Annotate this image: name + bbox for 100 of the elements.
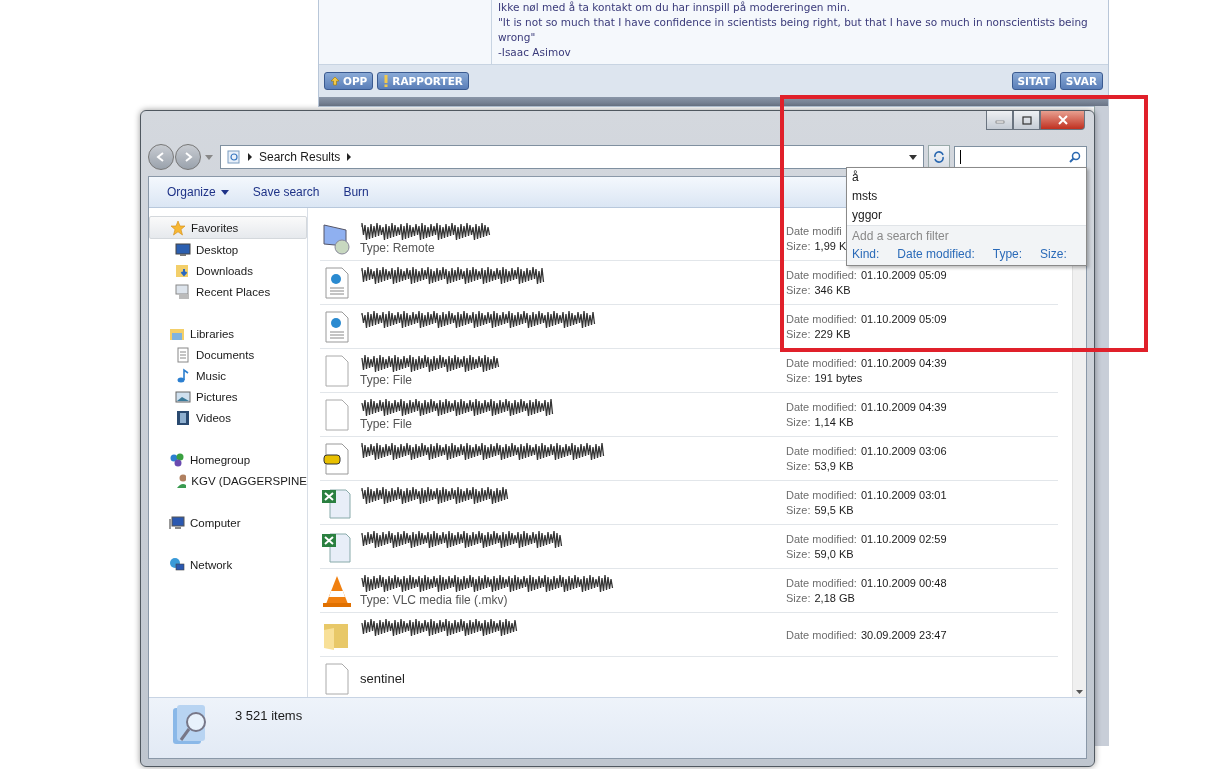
nav-item[interactable]: Network (149, 554, 307, 575)
exclamation-icon (383, 75, 390, 87)
nav-item[interactable]: Music (149, 365, 307, 386)
nav-item[interactable]: Computer (149, 512, 307, 533)
file-type: Type: File (360, 372, 414, 387)
recent-icon (175, 283, 191, 300)
size-value: 1,14 KB (814, 416, 854, 428)
computer-icon (169, 514, 185, 531)
nav-item[interactable]: Videos (149, 407, 307, 428)
filter-hint: Add a search filter (852, 228, 950, 245)
size-value: 59,0 KB (814, 548, 854, 560)
size-value: 346 KB (814, 284, 851, 296)
filter-link[interactable]: Type: (992, 247, 1023, 261)
date-label: Date modified: (786, 401, 857, 413)
dropdown-caret-icon[interactable] (909, 154, 917, 160)
nav-item[interactable]: Downloads (149, 260, 307, 281)
date-value: 01.10.2009 05:09 (860, 313, 947, 325)
close-button[interactable] (1040, 111, 1085, 130)
nav-item[interactable]: Homegroup (149, 449, 307, 470)
address-bar[interactable]: Search Results (220, 145, 924, 169)
date-value: 01.10.2009 05:09 (860, 269, 947, 281)
size-label: Size: (786, 240, 811, 252)
nav-item[interactable]: Pictures (149, 386, 307, 407)
size-label: Size: (786, 284, 811, 296)
date-label: Date modified: (786, 269, 857, 281)
date-label: Date modifi (786, 225, 842, 237)
suggestion-item[interactable]: yggor (847, 206, 1086, 225)
nav-item[interactable]: Documents (149, 344, 307, 365)
suggestion-item[interactable]: msts (847, 187, 1086, 206)
date-label: Date modified: (786, 533, 857, 545)
file-type: Type: VLC media file (.mkv) (360, 592, 509, 607)
signature-text: "It is not so much that I have confidence in scientists being right, but that I have so much in nonscientists being wrong" (498, 15, 1089, 45)
size-label: Size: (786, 504, 811, 516)
size-label: Size: (786, 592, 811, 604)
refresh-icon (932, 150, 946, 164)
star-icon (170, 219, 186, 236)
breadcrumb-item[interactable]: Search Results (259, 150, 341, 164)
size-value: 229 KB (814, 328, 851, 340)
nav-item[interactable]: Desktop (149, 239, 307, 260)
size-label: Size: (786, 328, 811, 340)
forward-button[interactable] (175, 144, 201, 170)
signature-text: Ikke nøl med å ta kontakt om du har innspill på modereringen min. (498, 0, 851, 15)
suggestion-item[interactable]: å (847, 168, 1086, 187)
size-value: 59,5 KB (814, 504, 854, 516)
homegroup-icon (169, 451, 185, 468)
file-type: Type: File (360, 416, 414, 431)
minimize-button[interactable] (986, 111, 1013, 130)
desktop-icon (175, 241, 191, 258)
size-label: Size: (786, 460, 811, 472)
history-caret-icon[interactable] (205, 154, 213, 160)
date-value: 01.10.2009 00:48 (860, 577, 947, 589)
size-label: Size: (786, 372, 811, 384)
date-value: 01.10.2009 04:39 (860, 357, 947, 369)
refresh-button[interactable] (928, 145, 950, 169)
search-folder-icon (227, 150, 241, 164)
chevron-icon (346, 153, 353, 161)
file-type: Type: Remote (360, 240, 436, 255)
maximize-button[interactable] (1013, 111, 1040, 130)
back-button[interactable] (148, 144, 174, 170)
size-value: 191 bytes (814, 372, 863, 384)
filter-link[interactable]: Date modified: (897, 247, 975, 261)
size-value: 53,9 KB (814, 460, 854, 472)
nav-item[interactable]: Recent Places (149, 281, 307, 302)
date-label: Date modified: (786, 577, 857, 589)
date-label: Date modified: (786, 357, 857, 369)
document-icon (175, 346, 191, 363)
file-name[interactable]: sentinel (360, 671, 786, 686)
pictures-icon (175, 388, 191, 405)
music-icon (175, 367, 191, 384)
search-icon[interactable] (1069, 151, 1081, 163)
date-label: Date modified: (786, 445, 857, 457)
date-value: 01.10.2009 04:39 (860, 401, 947, 413)
toolbar-button[interactable]: Save search (242, 181, 330, 203)
toolbar-button[interactable]: Organize (157, 181, 239, 203)
nav-item[interactable]: KGV (DAGGERSPINE (149, 470, 307, 491)
size-label: Size: (786, 416, 811, 428)
size-value: 2,18 GB (814, 592, 855, 604)
search-field[interactable] (954, 146, 1087, 168)
chevron-icon (247, 153, 253, 161)
signature-text: -Isaac Asimov (498, 45, 572, 60)
videos-icon (175, 409, 191, 426)
date-label: Date modified: (786, 313, 857, 325)
downloads-icon (175, 262, 191, 279)
filter-link[interactable]: Size: (1040, 247, 1067, 261)
nav-item[interactable]: Libraries (149, 323, 307, 344)
close-icon (1056, 115, 1069, 125)
date-value: 01.10.2009 02:59 (860, 533, 947, 545)
date-value: 01.10.2009 03:01 (860, 489, 947, 501)
filter-link[interactable]: Kind: (852, 247, 880, 261)
scroll-down-arrow-icon[interactable] (1076, 690, 1083, 694)
toolbar-button[interactable]: Burn (333, 181, 379, 203)
network-icon (169, 556, 185, 573)
nav-item[interactable]: Favorites (149, 216, 307, 239)
caret-icon (220, 189, 229, 195)
maximize-icon (1021, 115, 1032, 125)
date-label: Date modified: (786, 628, 857, 641)
date-label: Date modified: (786, 489, 857, 501)
date-value: 01.10.2009 03:06 (860, 445, 947, 457)
size-label: Size: (786, 548, 811, 560)
date-value: 30.09.2009 23:47 (860, 628, 947, 641)
